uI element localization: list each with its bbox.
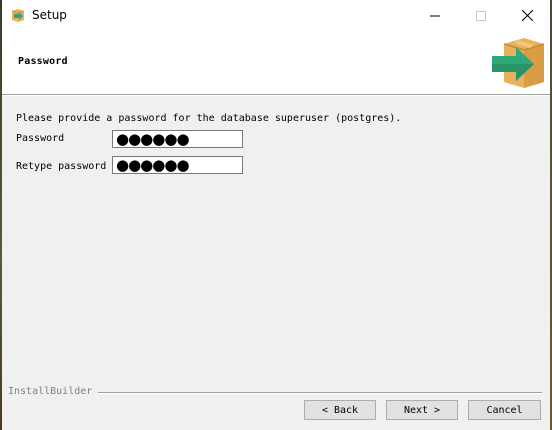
close-button[interactable] <box>504 0 550 31</box>
retype-password-label: Retype password <box>16 161 107 172</box>
close-icon <box>521 6 533 25</box>
footer-divider <box>98 392 542 393</box>
installer-box-arrow-icon <box>490 36 546 90</box>
window-title: Setup <box>32 8 67 22</box>
next-button[interactable]: Next > <box>386 400 458 420</box>
page-header: Password <box>2 31 550 96</box>
maximize-button <box>458 0 504 31</box>
cancel-button[interactable]: Cancel <box>468 400 541 420</box>
app-icon <box>10 7 26 23</box>
minimize-icon <box>430 6 440 25</box>
maximize-icon <box>476 6 486 25</box>
password-field[interactable]: ●●●●●● <box>112 130 243 148</box>
title-bar[interactable]: Setup <box>2 0 550 31</box>
retype-password-field[interactable]: ●●●●●● <box>112 156 243 174</box>
password-description: Please provide a password for the databa… <box>16 113 402 124</box>
back-button[interactable]: < Back <box>304 400 376 420</box>
password-label: Password <box>16 133 65 144</box>
minimize-button[interactable] <box>412 0 458 31</box>
installbuilder-brand: InstallBuilder <box>8 386 93 397</box>
page-title: Password <box>18 56 68 67</box>
